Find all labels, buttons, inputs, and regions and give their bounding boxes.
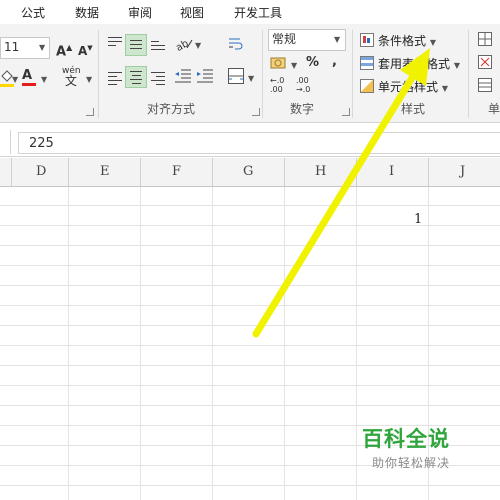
conditional-formatting-icon <box>360 33 374 47</box>
column-header-j[interactable]: J <box>460 164 465 179</box>
increase-decimal-icon[interactable]: ←.0.00 <box>270 76 284 94</box>
orientation-dropdown-icon[interactable]: ▼ <box>195 41 201 50</box>
font-size-value: 11 <box>4 40 20 54</box>
column-divider <box>212 158 213 186</box>
column-divider <box>11 158 12 186</box>
ribbon-separator <box>352 30 353 118</box>
formula-value: 225 <box>29 136 54 151</box>
cell-value[interactable]: 1 <box>414 212 422 227</box>
font-shrink-icon[interactable]: A▼ <box>78 40 93 59</box>
styles-group-label: 样式 <box>401 102 426 116</box>
watermark-title: 百科全说 <box>362 427 450 451</box>
merge-dropdown-icon[interactable]: ▼ <box>248 74 254 83</box>
font-grow-icon[interactable]: A▲ <box>56 40 72 60</box>
watermark-subtitle: 助你轻松解决 <box>372 456 451 470</box>
column-divider <box>140 158 141 186</box>
wrap-text-icon[interactable] <box>228 36 244 57</box>
percent-style-icon[interactable]: % <box>306 55 319 71</box>
name-box[interactable] <box>0 130 11 154</box>
align-top-icon[interactable] <box>108 34 122 49</box>
alignment-group-launcher[interactable] <box>252 108 260 116</box>
tab-view[interactable]: 视图 <box>180 4 204 21</box>
format-as-table-label: 套用表格格式 <box>378 57 451 71</box>
tab-developer[interactable]: 开发工具 <box>234 4 282 21</box>
accounting-dropdown-icon[interactable]: ▼ <box>291 61 297 70</box>
align-right-icon[interactable] <box>151 69 165 88</box>
column-divider <box>356 158 357 186</box>
accounting-format-icon[interactable] <box>270 55 288 76</box>
column-header-g[interactable]: G <box>243 164 253 179</box>
formula-input[interactable]: 225 <box>18 132 500 154</box>
formula-bar: 225 <box>0 130 500 157</box>
cell-styles-dropdown-icon: ▼ <box>441 84 448 93</box>
comma-style-icon[interactable]: , <box>332 54 337 70</box>
column-divider <box>428 158 429 186</box>
ribbon: 11 ▼ A▲ A▼ ▼ A ▼ wén文 ▼ ab ▼ ▼ 对齐方式 常规 <box>0 24 500 123</box>
number-group-label: 数字 <box>290 102 315 116</box>
phonetic-guide-icon[interactable]: wén 文 <box>62 66 81 88</box>
align-bottom-icon[interactable] <box>151 38 165 53</box>
tab-review[interactable]: 审阅 <box>128 4 152 21</box>
cells-group-label: 单 <box>488 102 500 116</box>
merge-center-icon[interactable] <box>228 68 244 89</box>
font-group-launcher[interactable] <box>86 108 94 116</box>
column-divider <box>284 158 285 186</box>
conditional-formatting-button[interactable]: 条件格式 ▼ <box>360 32 436 49</box>
align-middle-icon[interactable] <box>125 34 147 56</box>
insert-cells-icon[interactable] <box>478 32 492 51</box>
conditional-formatting-dropdown-icon: ▼ <box>429 38 436 47</box>
column-header-f[interactable]: F <box>172 164 181 179</box>
tab-data[interactable]: 数据 <box>75 4 99 21</box>
align-center-icon[interactable] <box>125 66 147 88</box>
ribbon-tab-bar: 公式 数据 审阅 视图 开发工具 <box>0 0 500 24</box>
cell-styles-icon <box>360 79 374 93</box>
tab-formulas[interactable]: 公式 <box>21 4 45 21</box>
ribbon-separator <box>98 30 99 118</box>
font-color-icon[interactable]: A <box>22 68 36 86</box>
format-as-table-button[interactable]: 套用表格格式 ▼ <box>360 55 460 72</box>
column-headers: D E F G H I J <box>0 158 500 187</box>
watermark-logo: 百科全说 助你轻松解决 <box>340 420 470 476</box>
conditional-formatting-label: 条件格式 <box>378 34 427 48</box>
number-format-dropdown-icon[interactable]: ▼ <box>334 35 340 44</box>
decrease-indent-icon[interactable] <box>175 69 191 88</box>
increase-indent-icon[interactable] <box>197 69 213 88</box>
format-as-table-icon <box>360 56 374 70</box>
orientation-icon[interactable]: ab <box>174 36 193 57</box>
column-header-i[interactable]: I <box>389 164 394 179</box>
font-size-dropdown-icon[interactable]: ▼ <box>39 43 45 52</box>
column-header-d[interactable]: D <box>36 164 46 179</box>
column-header-e[interactable]: E <box>100 164 110 179</box>
delete-cells-icon[interactable] <box>478 55 492 74</box>
align-left-icon[interactable] <box>108 69 122 88</box>
number-format-value: 常规 <box>272 32 297 46</box>
ribbon-separator <box>468 30 469 118</box>
column-header-h[interactable]: H <box>315 164 326 179</box>
decrease-decimal-icon[interactable]: .00 →.0 <box>296 76 310 94</box>
format-cells-icon[interactable] <box>478 78 492 97</box>
column-divider <box>68 158 69 186</box>
alignment-group-label: 对齐方式 <box>147 102 196 116</box>
cell-styles-label: 单元格样式 <box>378 80 439 94</box>
ribbon-separator <box>262 30 263 118</box>
font-color-dropdown-icon[interactable]: ▼ <box>41 75 47 84</box>
number-group-launcher[interactable] <box>342 108 350 116</box>
format-as-table-dropdown-icon: ▼ <box>453 61 460 70</box>
fill-color-dropdown-icon[interactable]: ▼ <box>12 75 18 84</box>
cell-styles-button[interactable]: 单元格样式 ▼ <box>360 78 448 95</box>
phonetic-dropdown-icon[interactable]: ▼ <box>86 75 92 84</box>
